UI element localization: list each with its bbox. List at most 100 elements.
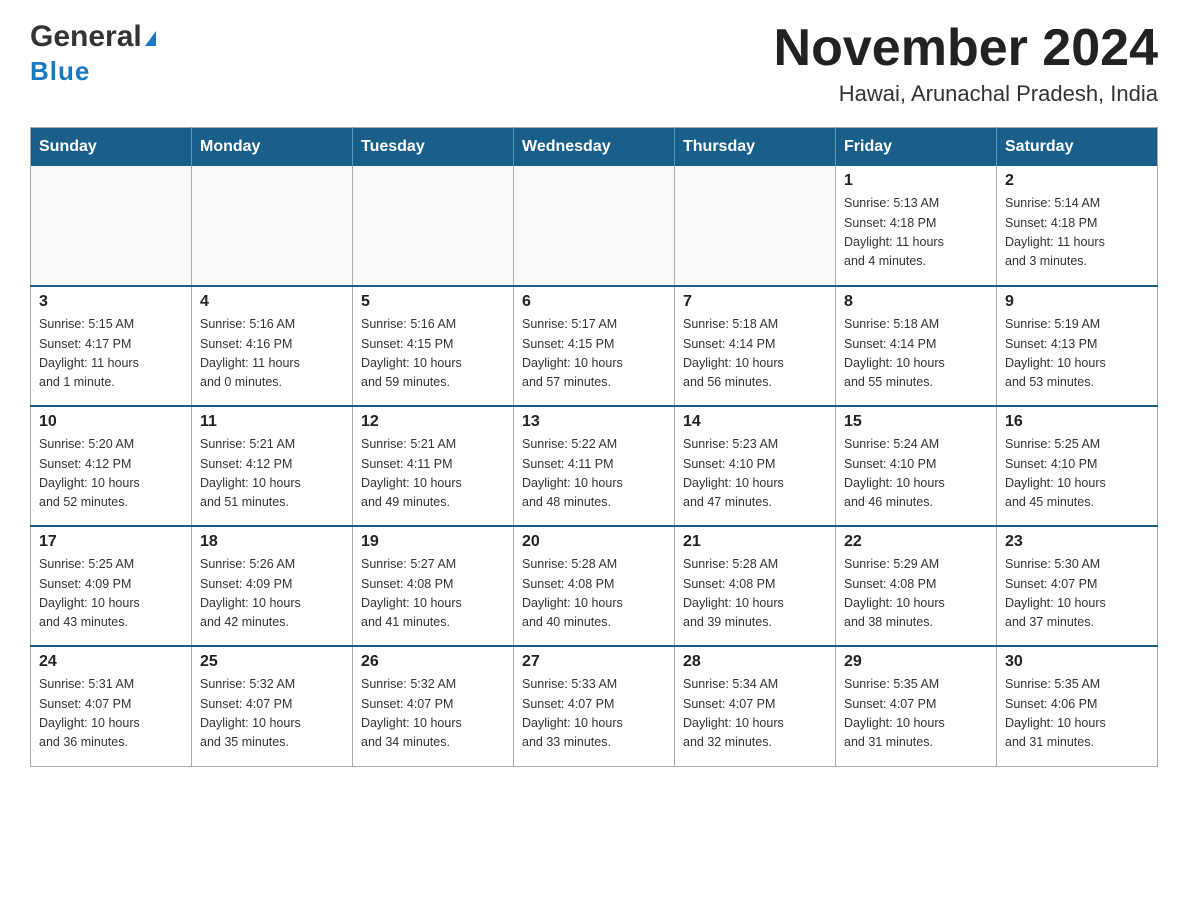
calendar-cell: 21 Sunrise: 5:28 AMSunset: 4:08 PMDayligh… [675, 526, 836, 646]
calendar-cell: 3Sunrise: 5:15 AMSunset: 4:17 PMDaylight… [31, 286, 192, 406]
day-info: Sunrise: 5:23 AMSunset: 4:10 PMDaylight:… [683, 435, 827, 513]
day-number: 1 [844, 172, 988, 190]
day-info: Sunrise: 5:18 AMSunset: 4:14 PMDaylight:… [844, 315, 988, 393]
day-info: Sunrise: 5:18 AMSunset: 4:14 PMDaylight:… [683, 315, 827, 393]
day-number: 16 [1005, 413, 1149, 431]
calendar-cell: 12 Sunrise: 5:21 AMSunset: 4:11 PMDayligh… [353, 406, 514, 526]
day-number: 6 [522, 293, 666, 311]
calendar-cell [675, 166, 836, 286]
day-info: Sunrise: 5:16 AMSunset: 4:15 PMDaylight:… [361, 315, 505, 393]
day-number: 30 [1005, 653, 1149, 671]
calendar-week-2: 3Sunrise: 5:15 AMSunset: 4:17 PMDaylight… [31, 286, 1158, 406]
col-monday: Monday [192, 128, 353, 167]
day-number: 18 [200, 533, 344, 551]
day-number: 10 [39, 413, 183, 431]
calendar-cell: 18Sunrise: 5:26 AMSunset: 4:09 PMDayligh… [192, 526, 353, 646]
calendar-cell: 2 Sunrise: 5:14 AMSunset: 4:18 PMDaylight… [997, 166, 1158, 286]
calendar-cell: 10 Sunrise: 5:20 AMSunset: 4:12 PMDayligh… [31, 406, 192, 526]
day-number: 12 [361, 413, 505, 431]
day-number: 28 [683, 653, 827, 671]
calendar-cell: 8Sunrise: 5:18 AMSunset: 4:14 PMDaylight… [836, 286, 997, 406]
day-info: Sunrise: 5:25 AMSunset: 4:09 PMDaylight:… [39, 555, 183, 633]
calendar-week-4: 17Sunrise: 5:25 AMSunset: 4:09 PMDayligh… [31, 526, 1158, 646]
day-info: Sunrise: 5:24 AMSunset: 4:10 PMDaylight:… [844, 435, 988, 513]
calendar-week-3: 10 Sunrise: 5:20 AMSunset: 4:12 PMDayligh… [31, 406, 1158, 526]
day-number: 15 [844, 413, 988, 431]
col-thursday: Thursday [675, 128, 836, 167]
day-number: 25 [200, 653, 344, 671]
calendar-cell: 16Sunrise: 5:25 AMSunset: 4:10 PMDayligh… [997, 406, 1158, 526]
day-info: Sunrise: 5:30 AMSunset: 4:07 PMDaylight:… [1005, 555, 1149, 633]
day-info: Sunrise: 5:16 AMSunset: 4:16 PMDaylight:… [200, 315, 344, 393]
col-saturday: Saturday [997, 128, 1158, 167]
day-info: Sunrise: 5:21 AMSunset: 4:11 PMDaylight:… [361, 435, 505, 513]
day-info: Sunrise: 5:28 AMSunset: 4:08 PMDaylight:… [522, 555, 666, 633]
calendar-cell: 1 Sunrise: 5:13 AMSunset: 4:18 PMDaylight… [836, 166, 997, 286]
day-number: 19 [361, 533, 505, 551]
location-title: Hawai, Arunachal Pradesh, India [774, 81, 1158, 107]
calendar-cell: 24 Sunrise: 5:31 AMSunset: 4:07 PMDayligh… [31, 646, 192, 766]
day-info: Sunrise: 5:20 AMSunset: 4:12 PMDaylight:… [39, 435, 183, 513]
day-number: 7 [683, 293, 827, 311]
calendar-cell: 6Sunrise: 5:17 AMSunset: 4:15 PMDaylight… [514, 286, 675, 406]
calendar-cell [31, 166, 192, 286]
day-number: 21 [683, 533, 827, 551]
calendar-cell: 25 Sunrise: 5:32 AMSunset: 4:07 PMDayligh… [192, 646, 353, 766]
day-number: 24 [39, 653, 183, 671]
day-number: 14 [683, 413, 827, 431]
calendar-cell: 13Sunrise: 5:22 AMSunset: 4:11 PMDayligh… [514, 406, 675, 526]
calendar-cell: 22Sunrise: 5:29 AMSunset: 4:08 PMDayligh… [836, 526, 997, 646]
day-number: 3 [39, 293, 183, 311]
calendar-cell: 23 Sunrise: 5:30 AMSunset: 4:07 PMDayligh… [997, 526, 1158, 646]
logo-blue-text: Blue [30, 56, 90, 86]
day-info: Sunrise: 5:14 AMSunset: 4:18 PMDaylight:… [1005, 194, 1149, 272]
calendar-table: Sunday Monday Tuesday Wednesday Thursday… [30, 127, 1158, 767]
day-info: Sunrise: 5:32 AMSunset: 4:07 PMDaylight:… [361, 675, 505, 753]
col-sunday: Sunday [31, 128, 192, 167]
calendar-cell [514, 166, 675, 286]
calendar-cell: 7 Sunrise: 5:18 AMSunset: 4:14 PMDaylight… [675, 286, 836, 406]
calendar-cell [353, 166, 514, 286]
month-title: November 2024 [774, 20, 1158, 77]
calendar-cell: 4 Sunrise: 5:16 AMSunset: 4:16 PMDaylight… [192, 286, 353, 406]
calendar-cell: 5 Sunrise: 5:16 AMSunset: 4:15 PMDaylight… [353, 286, 514, 406]
col-friday: Friday [836, 128, 997, 167]
calendar-cell: 9 Sunrise: 5:19 AMSunset: 4:13 PMDaylight… [997, 286, 1158, 406]
calendar-cell: 17Sunrise: 5:25 AMSunset: 4:09 PMDayligh… [31, 526, 192, 646]
day-info: Sunrise: 5:32 AMSunset: 4:07 PMDaylight:… [200, 675, 344, 753]
day-number: 23 [1005, 533, 1149, 551]
logo-general: General [30, 20, 142, 53]
calendar-cell [192, 166, 353, 286]
day-number: 27 [522, 653, 666, 671]
day-number: 5 [361, 293, 505, 311]
calendar-week-1: 1 Sunrise: 5:13 AMSunset: 4:18 PMDaylight… [31, 166, 1158, 286]
day-number: 9 [1005, 293, 1149, 311]
day-info: Sunrise: 5:22 AMSunset: 4:11 PMDaylight:… [522, 435, 666, 513]
calendar-cell: 19 Sunrise: 5:27 AMSunset: 4:08 PMDayligh… [353, 526, 514, 646]
day-info: Sunrise: 5:19 AMSunset: 4:13 PMDaylight:… [1005, 315, 1149, 393]
day-info: Sunrise: 5:13 AMSunset: 4:18 PMDaylight:… [844, 194, 988, 272]
calendar-cell: 26 Sunrise: 5:32 AMSunset: 4:07 PMDayligh… [353, 646, 514, 766]
day-info: Sunrise: 5:35 AMSunset: 4:06 PMDaylight:… [1005, 675, 1149, 753]
day-info: Sunrise: 5:35 AMSunset: 4:07 PMDaylight:… [844, 675, 988, 753]
calendar-cell: 20Sunrise: 5:28 AMSunset: 4:08 PMDayligh… [514, 526, 675, 646]
calendar-cell: 27Sunrise: 5:33 AMSunset: 4:07 PMDayligh… [514, 646, 675, 766]
day-number: 11 [200, 413, 344, 431]
day-number: 2 [1005, 172, 1149, 190]
day-info: Sunrise: 5:28 AMSunset: 4:08 PMDaylight:… [683, 555, 827, 633]
day-info: Sunrise: 5:34 AMSunset: 4:07 PMDaylight:… [683, 675, 827, 753]
day-info: Sunrise: 5:31 AMSunset: 4:07 PMDaylight:… [39, 675, 183, 753]
calendar-cell: 15 Sunrise: 5:24 AMSunset: 4:10 PMDayligh… [836, 406, 997, 526]
logo-general-text: General [30, 20, 156, 54]
day-number: 26 [361, 653, 505, 671]
logo-triangle-icon [145, 31, 156, 46]
day-number: 4 [200, 293, 344, 311]
calendar-header-row: Sunday Monday Tuesday Wednesday Thursday… [31, 128, 1158, 167]
calendar-cell: 14 Sunrise: 5:23 AMSunset: 4:10 PMDayligh… [675, 406, 836, 526]
logo: General Blue [30, 20, 156, 87]
calendar-cell: 30 Sunrise: 5:35 AMSunset: 4:06 PMDayligh… [997, 646, 1158, 766]
calendar-cell: 29 Sunrise: 5:35 AMSunset: 4:07 PMDayligh… [836, 646, 997, 766]
day-info: Sunrise: 5:27 AMSunset: 4:08 PMDaylight:… [361, 555, 505, 633]
title-block: November 2024 Hawai, Arunachal Pradesh, … [774, 20, 1158, 107]
day-number: 29 [844, 653, 988, 671]
